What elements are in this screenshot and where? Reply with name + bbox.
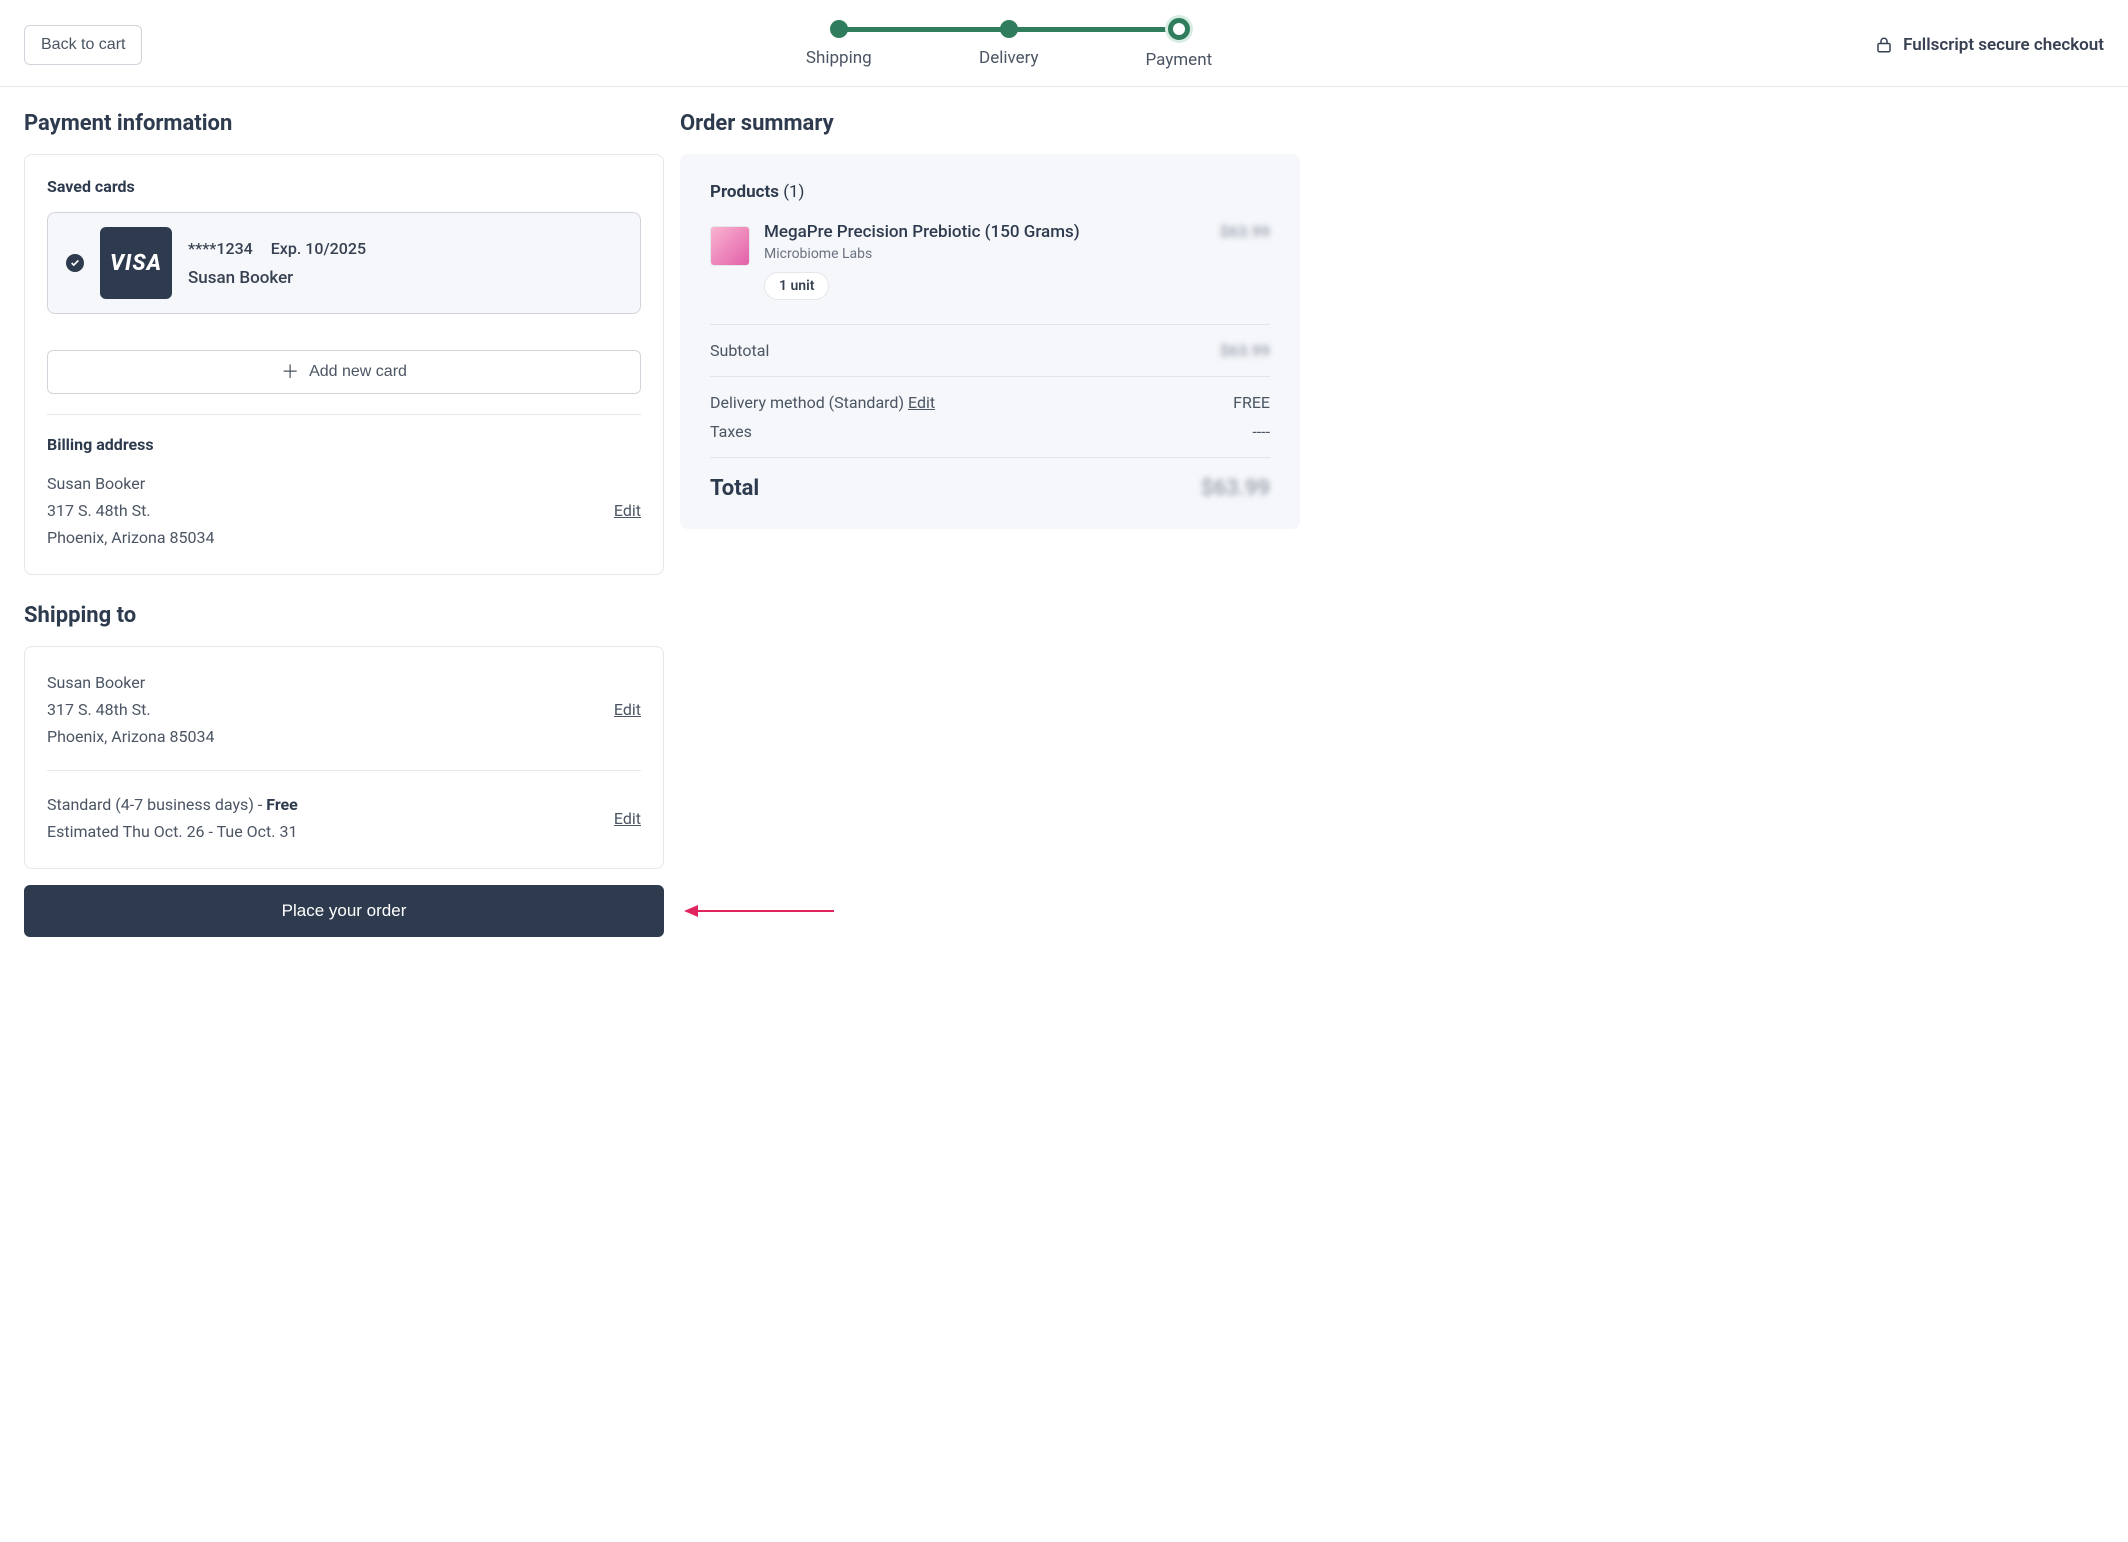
product-thumbnail (710, 226, 750, 266)
taxes-row: Taxes ---- (710, 422, 1270, 441)
shipping-card-section: Susan Booker 317 S. 48th St. Phoenix, Ar… (24, 646, 664, 869)
checkout-header: Back to cart Shipping Delivery Payment F… (0, 0, 2128, 87)
secure-checkout-label: Fullscript secure checkout (1875, 35, 2104, 55)
order-summary-title: Order summary (680, 111, 1300, 136)
shipping-address: Susan Booker 317 S. 48th St. Phoenix, Ar… (47, 669, 214, 751)
cardholder-name: Susan Booker (188, 268, 366, 288)
total-row: Total $63.99 (710, 458, 1270, 501)
shipping-to-title: Shipping to (24, 603, 664, 628)
taxes-value: ---- (1252, 422, 1270, 441)
step-dot-current-icon (1168, 18, 1190, 40)
step-dot-complete-icon (1000, 20, 1018, 38)
edit-shipping-method-link[interactable]: Edit (614, 809, 641, 828)
product-name: MegaPre Precision Prebiotic (150 Grams) (764, 222, 1206, 242)
billing-address-label: Billing address (47, 435, 641, 454)
lock-icon (1875, 35, 1893, 55)
subtotal-value: $63.99 (1220, 341, 1270, 360)
product-quantity-pill: 1 unit (764, 272, 829, 300)
delivery-row: Delivery method (Standard) Edit FREE (710, 393, 1270, 412)
order-summary-box: Products (1) MegaPre Precision Prebiotic… (680, 154, 1300, 529)
place-order-button[interactable]: Place your order (24, 885, 664, 937)
card-expiry: Exp. 10/2025 (271, 239, 366, 258)
payment-info-title: Payment information (24, 111, 664, 136)
visa-card-icon: VISA (100, 227, 172, 299)
product-line-item: MegaPre Precision Prebiotic (150 Grams) … (710, 222, 1270, 325)
back-to-cart-button[interactable]: Back to cart (24, 25, 142, 65)
checkmark-icon (66, 254, 84, 272)
delivery-value: FREE (1233, 393, 1270, 412)
products-header: Products (1) (710, 182, 1270, 202)
saved-card-option[interactable]: VISA ****1234 Exp. 10/2025 Susan Booker (47, 212, 641, 314)
step-dot-complete-icon (830, 20, 848, 38)
checkout-stepper: Shipping Delivery Payment (754, 20, 1264, 70)
saved-cards-label: Saved cards (47, 177, 641, 196)
billing-address: Susan Booker 317 S. 48th St. Phoenix, Ar… (47, 470, 214, 552)
edit-billing-link[interactable]: Edit (614, 501, 641, 520)
add-new-card-button[interactable]: ＋ Add new card (47, 350, 641, 394)
total-value: $63.99 (1201, 476, 1270, 501)
plus-icon: ＋ (281, 363, 299, 381)
step-shipping: Shipping (754, 20, 924, 68)
edit-delivery-link[interactable]: Edit (908, 393, 935, 412)
card-masked-number: ****1234 (188, 239, 253, 258)
annotation-arrow-icon (684, 901, 834, 921)
product-price: $63.99 (1220, 222, 1270, 241)
payment-card-section: Saved cards VISA ****1234 Exp. 10/2025 S… (24, 154, 664, 575)
product-brand: Microbiome Labs (764, 246, 1206, 262)
subtotal-row: Subtotal $63.99 (710, 325, 1270, 377)
edit-shipping-address-link[interactable]: Edit (614, 700, 641, 719)
shipping-method: Standard (4-7 business days) - Free Esti… (47, 791, 298, 845)
